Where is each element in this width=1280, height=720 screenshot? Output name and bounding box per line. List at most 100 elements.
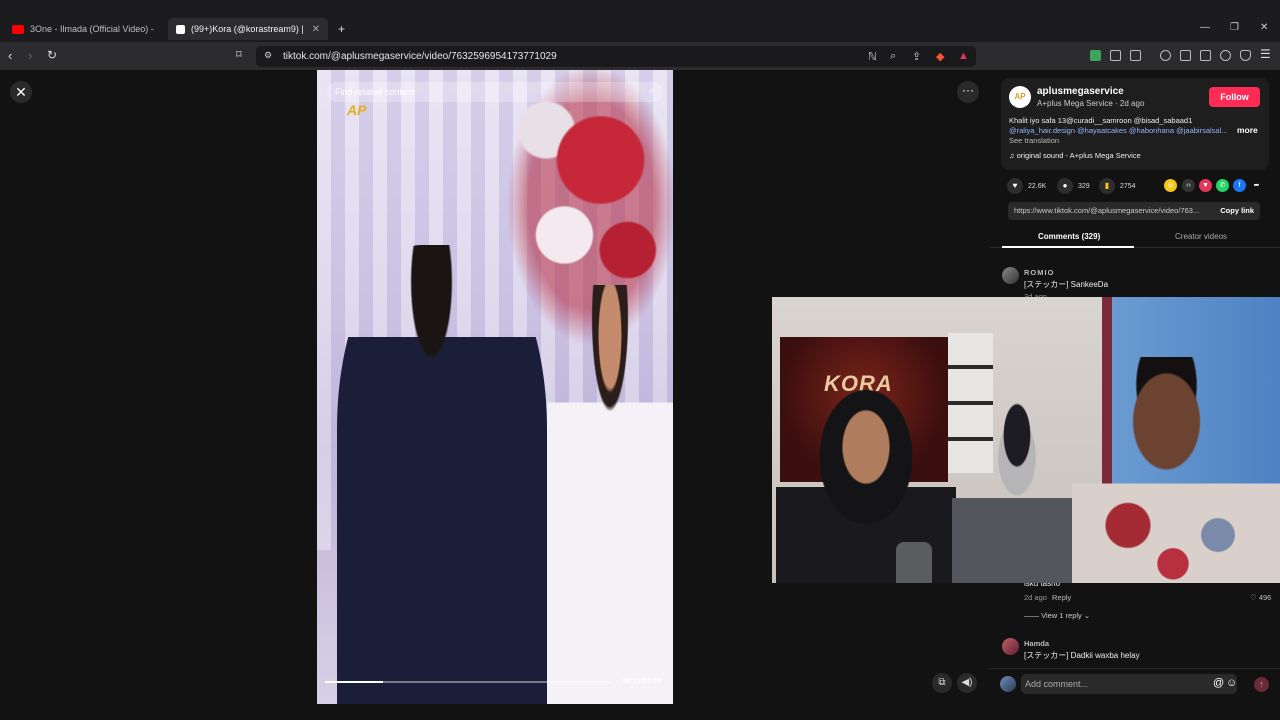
sidebar-icon[interactable] [1180,50,1191,61]
close-tab-icon[interactable]: ✕ [312,24,320,35]
video-progress-bar[interactable] [325,681,613,683]
video-frame-bride [547,285,673,704]
video-frame-groom [337,245,547,704]
translate-icon[interactable]: ℕ [868,50,877,63]
wallet-icon[interactable] [1200,50,1211,61]
reply-button[interactable]: Reply [1052,593,1071,602]
like-count: 22.6K [1028,182,1047,190]
comment-time: 2d ago [1024,593,1047,602]
copy-link-button[interactable]: Copy link [1220,206,1254,215]
user-avatar[interactable] [1000,676,1016,692]
emoji-icon[interactable]: ☺ [1226,677,1237,689]
maximize-icon[interactable]: ❐ [1230,22,1239,33]
share-page-icon[interactable]: ⇪ [912,50,921,63]
brave-rewards-icon[interactable]: ▲ [958,50,969,62]
screenshot-icon[interactable] [1130,50,1141,61]
comment-author[interactable]: Hamda [1024,639,1049,648]
webcam-microphone [896,542,932,583]
panel-tabs: Comments (329) Creator videos [990,228,1280,248]
send-comment-button[interactable]: ↑ [1254,677,1269,692]
music-note-icon: ♫ [1009,151,1017,160]
browser-toolbar: ‹ › ↻ ⌑ ⚙ tiktok.com/@aplusmegaservice/v… [0,42,1280,70]
view-replies-label: View 1 reply [1041,611,1082,620]
reload-icon[interactable]: ↻ [47,48,57,62]
comment-count: 329 [1078,182,1090,190]
comment-text: [ステッカー] Dadkii waxba helay [1024,651,1140,660]
more-options-button[interactable]: ··· [957,81,979,103]
menu-icon[interactable]: ☰ [1260,47,1271,61]
site-info-icon[interactable]: ⚙ [264,50,272,61]
comment-icon: ● [1057,178,1073,194]
embed-icon[interactable]: ‹› [1182,179,1195,192]
bookmark-icon: ▮ [1099,178,1115,194]
comment-input[interactable]: Add comment... @ ☺ [1021,674,1237,694]
bookmark-icon[interactable]: ⌑ [236,48,242,61]
sound-link[interactable]: ♫ original sound - A+plus Mega Service [1009,151,1141,160]
video-timecode: 00:13/01:08 [623,678,661,685]
url-text: tiktok.com/@aplusmegaservice/video/76325… [283,51,557,62]
see-translation-link[interactable]: See translation [1009,136,1059,145]
video-search-placeholder: Find related content [335,87,415,97]
comment-author[interactable]: ROMIO [1024,268,1054,277]
whatsapp-icon[interactable]: ✆ [1216,179,1229,192]
caption-line: Khalit iyo safa 13@curadi__samroon @bisa… [1009,116,1193,125]
send-to-friends-icon[interactable]: ▼ [1199,179,1212,192]
comment-text: [ステッカー] SankeeDa [1024,280,1109,289]
video-watermark: AP [347,102,367,118]
like-button[interactable]: ♥ 22.6K [1007,178,1046,194]
browser-tab-bar: 3One - Ilmada (Official Video) - YouTube… [0,0,1280,42]
facebook-icon[interactable]: f [1233,179,1246,192]
vpn-shield-icon[interactable] [1240,50,1251,61]
forward-icon[interactable]: › [28,48,32,63]
back-icon[interactable]: ‹ [8,48,12,63]
avatar[interactable] [1002,638,1019,655]
volume-icon[interactable]: ◀) [957,673,977,693]
repost-icon[interactable]: ◎ [1164,179,1177,192]
new-tab-button[interactable]: + [334,18,354,40]
favorite-count: 2754 [1120,182,1136,190]
author-handle[interactable]: aplusmegaservice [1037,86,1124,97]
follow-button[interactable]: Follow [1209,87,1260,107]
video-player[interactable]: Find related content ⌕ AP 00:13/01:08 [317,70,673,704]
video-search-bar[interactable]: Find related content ⌕ [327,82,663,102]
sound-label: original sound - A+plus Mega Service [1016,151,1141,160]
video-link-box[interactable]: https://www.tiktok.com/@aplusmegaservice… [1008,202,1260,220]
tab-underline [1002,246,1134,248]
author-subtitle: A+plus Mega Service · 2d ago [1037,99,1145,108]
tab-creator-videos[interactable]: Creator videos [1175,232,1227,241]
share-arrow-icon[interactable]: ➦ [1250,179,1263,192]
webcam-shirt-pattern [1092,487,1272,583]
close-window-icon[interactable]: ✕ [1260,22,1268,33]
close-video-button[interactable]: ✕ [10,81,32,103]
author-avatar[interactable]: AP [1009,86,1031,108]
picture-in-picture-icon[interactable]: ⧉ [932,673,952,693]
minimize-icon[interactable]: — [1200,22,1210,33]
tab-tiktok[interactable]: (99+)Kora (@korastream9) | TikTok ✕ [168,18,328,40]
comment-like-value: 496 [1258,593,1272,602]
comment-like-count[interactable]: ♡ 496 [1250,593,1271,602]
video-link-text: https://www.tiktok.com/@aplusmegaservice… [1014,206,1200,215]
zoom-icon[interactable]: ⌕ [890,50,896,63]
caption-mentions[interactable]: @raliya_hair.design @hayaatcakes @habonh… [1009,126,1231,135]
leo-ai-icon[interactable] [1220,50,1231,61]
add-comment-bar: Add comment... @ ☺ ↑ [990,668,1280,698]
webcam-overlay: KORA [772,297,1280,583]
favorite-button[interactable]: ▮ 2754 [1099,178,1136,194]
mention-icon[interactable]: @ [1213,677,1224,689]
tab-youtube[interactable]: 3One - Ilmada (Official Video) - YouTube [4,18,164,40]
brave-shields-icon[interactable]: ◆ [936,50,944,63]
view-replies-button[interactable]: —— View 1 reply ⌄ [1024,611,1090,620]
avatar[interactable] [1002,267,1019,284]
tab-comments[interactable]: Comments (329) [1038,232,1100,241]
heart-outline-icon: ♡ [1250,593,1259,602]
caption-more-link[interactable]: more [1237,125,1258,135]
comment-button[interactable]: ● 329 [1057,178,1090,194]
tiktok-icon [176,24,185,34]
tab-title: 3One - Ilmada (Official Video) - YouTube [30,24,156,34]
search-icon[interactable]: ⌕ [649,85,655,96]
address-bar[interactable]: ⚙ tiktok.com/@aplusmegaservice/video/763… [256,46,976,67]
music-icon[interactable] [1160,50,1171,61]
webcam-person-middle [952,402,1082,583]
puzzle-icon[interactable] [1110,50,1121,61]
extension-icon[interactable] [1090,50,1101,61]
